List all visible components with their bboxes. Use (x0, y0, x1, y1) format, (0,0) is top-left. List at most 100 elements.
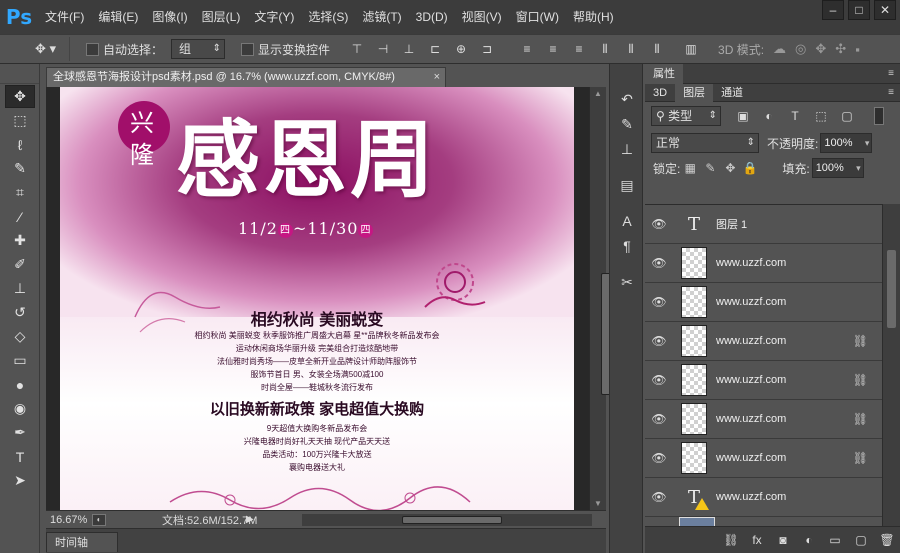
slide3d-icon[interactable]: ✣ (835, 41, 846, 57)
lock-all-icon[interactable]: 🔒 (740, 161, 760, 175)
tab-properties[interactable]: 属性 (645, 63, 683, 84)
tab-3d[interactable]: 3D (645, 84, 675, 102)
canvas-horizontal-scrollbar[interactable] (302, 514, 592, 526)
filter-adjustment-icon[interactable]: ◐ (757, 106, 781, 126)
visibility-eye-icon[interactable]: 👁 (645, 373, 673, 387)
eyedropper-tool-icon[interactable]: ⁄ (5, 205, 35, 228)
pen-tool-icon[interactable]: ✒ (5, 421, 35, 444)
menu-select[interactable]: 选择(S) (301, 0, 355, 34)
eraser-tool-icon[interactable]: ◇ (5, 325, 35, 348)
history-brush-tool-icon[interactable]: ↺ (5, 301, 35, 324)
group-icon[interactable]: ▭ (822, 533, 848, 547)
scale3d-icon[interactable]: ▪ (855, 42, 860, 57)
new-layer-icon[interactable]: ▢ (848, 533, 874, 547)
quick-select-tool-icon[interactable]: ✎ (5, 157, 35, 180)
layer-row[interactable]: 👁 www.uzzf.com ⛓ (645, 439, 882, 478)
status-info-icon[interactable]: ◐ (92, 513, 106, 526)
visibility-eye-icon[interactable]: 👁 (645, 490, 673, 504)
distribute-left-icon[interactable]: ⦀ (594, 38, 616, 60)
opacity-input[interactable]: 100% (820, 133, 873, 153)
menu-3d[interactable]: 3D(D) (409, 0, 455, 34)
lock-position-icon[interactable]: ✥ (720, 161, 740, 175)
path-select-tool-icon[interactable]: ➤ (5, 469, 35, 492)
zoom-level[interactable]: 16.67% (46, 514, 92, 526)
lock-image-icon[interactable]: ✎ (700, 161, 720, 175)
filter-shape-icon[interactable]: ⬚ (809, 106, 833, 126)
trash-icon[interactable]: 🗑 (874, 533, 900, 547)
rotate3d-icon[interactable]: ☁ (773, 41, 786, 57)
layer-row[interactable]: 👁 T www.uzzf.com (645, 478, 882, 517)
layers-scrollbar[interactable] (882, 204, 900, 526)
roll3d-icon[interactable]: ◎ (795, 41, 806, 57)
menu-type[interactable]: 文字(Y) (247, 0, 301, 34)
filter-smart-icon[interactable]: ▢ (835, 106, 859, 126)
auto-select-checkbox[interactable] (86, 42, 99, 56)
filter-type-icon[interactable]: T (783, 106, 807, 126)
maximize-icon[interactable]: □ (848, 0, 870, 20)
visibility-eye-icon[interactable]: 👁 (645, 256, 673, 270)
menu-help[interactable]: 帮助(H) (566, 0, 621, 34)
poster-canvas[interactable]: 兴 隆 感恩周 11/2 四 ~11/30 四 相约秋尚 美丽蜕变 相约秋尚 美丽蜕变… (60, 87, 574, 510)
tool-presets-icon[interactable]: ▤ (615, 174, 639, 196)
close-document-icon[interactable]: × (434, 68, 440, 87)
blend-mode-select[interactable]: 正常 (651, 133, 759, 153)
document-tab[interactable]: 全球感恩节海报设计psd素材.psd @ 16.7% (www.uzzf.com… (46, 67, 446, 87)
auto-select-dropdown[interactable]: 组 (171, 39, 226, 59)
align-bottom-icon[interactable]: ⊥ (398, 38, 420, 60)
align-vcenter-icon[interactable]: ⊣ (372, 38, 394, 60)
visibility-eye-icon[interactable]: 👁 (645, 217, 673, 231)
lock-transparent-icon[interactable]: ▦ (680, 161, 700, 175)
align-right-icon[interactable]: ⊐ (476, 38, 498, 60)
type-tool-icon[interactable]: T (5, 445, 35, 468)
healing-tool-icon[interactable]: ✚ (5, 229, 35, 252)
minimize-icon[interactable]: – (822, 0, 844, 20)
menu-window[interactable]: 窗口(W) (509, 0, 566, 34)
timeline-tab[interactable]: 时间轴 (46, 532, 118, 552)
filter-pixel-icon[interactable]: ▣ (731, 106, 755, 126)
fill-input[interactable]: 100% (811, 158, 864, 178)
link-layers-icon[interactable]: ⛓ (718, 533, 744, 547)
adjustment-icon[interactable]: ◐ (796, 533, 822, 547)
crop-tool-icon[interactable]: ⌗ (5, 181, 35, 204)
tools-icon[interactable]: ✂ (615, 271, 639, 293)
align-top-icon[interactable]: ⊤ (346, 38, 368, 60)
show-transform-checkbox[interactable] (241, 42, 255, 56)
layer-filter-kind[interactable]: ⚲ 类型 (651, 106, 721, 126)
status-menu-arrow-icon[interactable]: ▶ (246, 514, 254, 525)
mask-icon[interactable]: ◙ (770, 533, 796, 547)
scroll-down-icon[interactable]: ▼ (594, 499, 603, 508)
distribute-right-icon[interactable]: ⦀ (646, 38, 668, 60)
align-left-icon[interactable]: ⊏ (424, 38, 446, 60)
distribute-bottom-icon[interactable]: ≡ (568, 38, 590, 60)
menu-layer[interactable]: 图层(L) (195, 0, 248, 34)
panel-menu-icon[interactable]: ≡ (888, 68, 894, 79)
visibility-eye-icon[interactable]: 👁 (645, 412, 673, 426)
move-tool-icon[interactable]: ✥ ▾ (22, 37, 70, 61)
menu-image[interactable]: 图像(I) (145, 0, 194, 34)
distribute-top-icon[interactable]: ≡ (516, 38, 538, 60)
visibility-eye-icon[interactable]: 👁 (645, 295, 673, 309)
drag3d-icon[interactable]: ✥ (815, 41, 826, 57)
layers-scroll-thumb[interactable] (887, 250, 896, 328)
tab-channels[interactable]: 通道 (713, 84, 751, 102)
canvas-vertical-scrollbar[interactable]: ▲ ▼ (589, 87, 611, 510)
layer-row[interactable]: 👁 www.uzzf.com (645, 244, 882, 283)
close-icon[interactable]: ✕ (874, 0, 896, 20)
tab-layers[interactable]: 图层 (675, 83, 714, 102)
layers-menu-icon[interactable]: ≡ (888, 87, 894, 98)
clone-source-icon[interactable]: ⊥ (615, 138, 639, 160)
layer-row[interactable]: 👁 T 图层 1 (645, 205, 882, 244)
menu-view[interactable]: 视图(V) (455, 0, 509, 34)
dodge-tool-icon[interactable]: ◉ (5, 397, 35, 420)
gradient-tool-icon[interactable]: ▭ (5, 349, 35, 372)
scroll-up-icon[interactable]: ▲ (594, 89, 603, 98)
filter-toggle[interactable] (874, 107, 884, 125)
menu-edit[interactable]: 编辑(E) (91, 0, 145, 34)
layer-row[interactable]: 👁 www.uzzf.com ⛓ (645, 361, 882, 400)
stamp-tool-icon[interactable]: ⊥ (5, 277, 35, 300)
menu-filter[interactable]: 滤镜(T) (355, 0, 408, 34)
character-icon[interactable]: A (615, 210, 639, 232)
canvas-area[interactable]: 兴 隆 感恩周 11/2 四 ~11/30 四 相约秋尚 美丽蜕变 相约秋尚 美丽蜕变… (46, 87, 589, 510)
lasso-tool-icon[interactable]: ℓ (5, 133, 35, 156)
menu-file[interactable]: 文件(F) (38, 0, 91, 34)
